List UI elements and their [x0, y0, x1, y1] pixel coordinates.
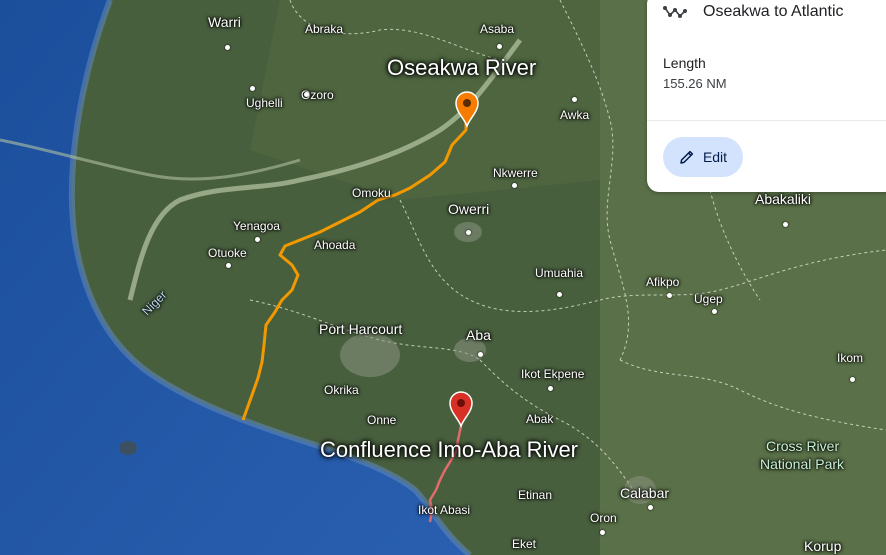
pencil-icon	[680, 150, 694, 164]
place-label-onne: Onne	[367, 413, 397, 427]
place-label-aba: Aba	[466, 327, 491, 343]
place-label-umuahia: Umuahia	[535, 266, 584, 280]
place-dot-owerri	[466, 230, 471, 235]
end-marker-label: Confluence Imo-Aba River	[320, 437, 579, 462]
route-icon	[663, 6, 687, 18]
place-label-port-harcourt: Port Harcourt	[319, 321, 403, 337]
start-marker-label: Oseakwa River	[387, 55, 537, 80]
place-dot-yenagoa	[255, 237, 260, 242]
place-label-awka: Awka	[560, 108, 590, 122]
place-label-abak: Abak	[526, 412, 554, 426]
place-dot-ugep	[712, 309, 717, 314]
place-label-asaba: Asaba	[480, 22, 515, 36]
place-dot-ughelli	[250, 86, 255, 91]
panel-divider	[647, 120, 886, 121]
edit-button[interactable]: Edit	[663, 137, 743, 177]
place-label-warri: Warri	[208, 14, 241, 30]
place-label-nkwerre: Nkwerre	[493, 166, 538, 180]
place-label-korup: Korup	[804, 538, 842, 554]
place-label-abakaliki: Abakaliki	[755, 191, 812, 207]
place-label-ikot-abasi: Ikot Abasi	[418, 503, 471, 517]
place-dot-otuoke	[226, 263, 231, 268]
island	[119, 441, 137, 455]
edit-label: Edit	[702, 149, 728, 165]
place-label-okrika: Okrika	[324, 383, 359, 397]
place-label-cross-river-np-1: Cross River	[766, 438, 840, 454]
place-label-afikpo: Afikpo	[646, 275, 680, 289]
length-label: Length	[663, 55, 706, 71]
place-dot-ozoro	[304, 92, 309, 97]
place-label-ikot-ekpene: Ikot Ekpene	[521, 367, 585, 381]
place-label-oron: Oron	[590, 511, 617, 525]
place-label-calabar: Calabar	[620, 485, 670, 501]
length-value: 155.26 NM	[663, 76, 727, 91]
place-label-yenagoa: Yenagoa	[233, 219, 280, 233]
place-label-etinan: Etinan	[518, 488, 553, 502]
place-dot-umuahia	[557, 292, 562, 297]
place-label-ugep: Ugep	[694, 292, 723, 306]
place-dot-calabar	[648, 505, 653, 510]
panel-title-row: Oseakwa to Atlantic	[663, 2, 844, 22]
place-label-ikom: Ikom	[837, 351, 864, 365]
place-label-otuoke: Otuoke	[208, 246, 247, 260]
place-label-cross-river-np-2: National Park	[760, 456, 845, 472]
place-label-abraka: Abraka	[305, 22, 344, 36]
place-dot-asaba	[497, 44, 502, 49]
place-label-ughelli: Ughelli	[246, 96, 283, 110]
place-dot-awka	[572, 97, 577, 102]
place-dot-oron	[600, 530, 605, 535]
place-label-eket: Eket	[512, 537, 537, 551]
place-dot-abakaliki	[783, 222, 788, 227]
place-dot-nkwerre	[512, 183, 517, 188]
place-dot-aba	[478, 352, 483, 357]
place-label-ahoada: Ahoada	[314, 238, 356, 252]
place-dot-afikpo	[667, 293, 672, 298]
place-dot-ikom	[850, 377, 855, 382]
place-label-omoku: Omoku	[352, 186, 391, 200]
measure-panel: Oseakwa to Atlantic Length 155.26 NM Edi…	[647, 0, 886, 192]
place-dot-ikot-ekpene	[548, 386, 553, 391]
panel-title: Oseakwa to Atlantic	[703, 3, 844, 20]
place-label-owerri: Owerri	[448, 201, 490, 217]
place-dot-warri	[225, 45, 230, 50]
